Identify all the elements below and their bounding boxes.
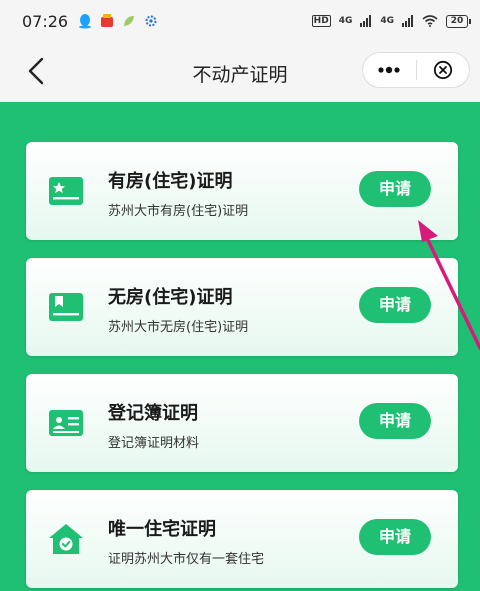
status-time: 07:26 [22, 11, 69, 31]
status-bar: 07:26 HD 4G 4G 20 [0, 0, 480, 42]
qq-icon [79, 14, 92, 29]
register-book-icon [49, 410, 83, 436]
leaf-icon [124, 16, 135, 26]
app-notification-icon [101, 14, 114, 27]
house-check-icon [49, 524, 83, 554]
close-button[interactable] [417, 53, 470, 87]
hd-icon: HD [311, 15, 331, 27]
card-register-book-cert[interactable]: 登记簿证明 登记簿证明材料 申请 [26, 374, 458, 472]
status-right: HD 4G 4G 20 [311, 14, 471, 28]
card-has-house-cert[interactable]: 有房(住宅)证明 苏州大市有房(住宅)证明 申请 [26, 142, 458, 240]
notification-icons [78, 13, 158, 29]
signal-4g-icon: 4G [380, 16, 394, 26]
mini-program-capsule [362, 52, 470, 88]
battery-icon: 20 [446, 14, 471, 28]
nav-bar: 不动产证明 [0, 42, 480, 102]
apply-button[interactable]: 申请 [359, 171, 431, 207]
apply-button[interactable]: 申请 [359, 519, 431, 555]
card-title: 无房(住宅)证明 [108, 287, 233, 308]
card-sole-house-cert[interactable]: 唯一住宅证明 证明苏州大市仅有一套住宅 申请 [26, 490, 458, 588]
close-circle-icon [433, 60, 452, 80]
card-title: 有房(住宅)证明 [108, 171, 233, 192]
house-cert-star-icon [49, 177, 83, 205]
wifi-icon [422, 15, 438, 27]
apply-button[interactable]: 申请 [359, 403, 431, 439]
card-subtitle: 登记簿证明材料 [108, 436, 200, 451]
apply-button[interactable]: 申请 [359, 287, 431, 323]
signal-4g-icon: 4G [338, 16, 353, 26]
card-title: 唯一住宅证明 [108, 519, 216, 540]
card-title: 登记簿证明 [108, 403, 198, 424]
house-cert-icon [49, 293, 83, 321]
card-subtitle: 苏州大市有房(住宅)证明 [108, 204, 249, 219]
card-subtitle: 苏州大市无房(住宅)证明 [108, 320, 249, 335]
more-button[interactable] [363, 53, 416, 87]
card-subtitle: 证明苏州大市仅有一套住宅 [108, 552, 265, 567]
signal-bars-icon [402, 15, 413, 27]
more-dots-icon [378, 66, 400, 74]
gear-icon [145, 15, 157, 27]
card-no-house-cert[interactable]: 无房(住宅)证明 苏州大市无房(住宅)证明 申请 [26, 258, 458, 356]
content-area: 有房(住宅)证明 苏州大市有房(住宅)证明 申请 无房(住宅)证明 苏州大市无房… [0, 102, 480, 591]
signal-bars-icon [360, 15, 372, 27]
